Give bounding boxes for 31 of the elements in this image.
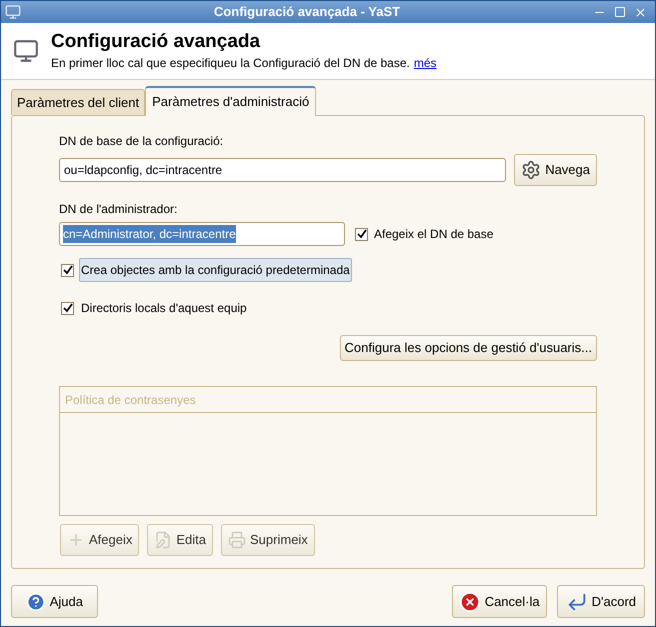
computer-icon — [13, 38, 39, 64]
browse-button[interactable]: Navega — [514, 154, 597, 186]
app-icon — [5, 4, 21, 20]
admin-dn-field[interactable]: cn=Administrator, dc=intracentre — [59, 222, 345, 246]
base-dn-field[interactable]: ou=ldapconfig, dc=intracentre — [59, 158, 506, 182]
checkbox[interactable] — [61, 302, 74, 314]
page-title: Configuració avançada — [51, 30, 262, 54]
plus-icon — [67, 531, 85, 549]
help-icon — [26, 590, 46, 612]
field-label: DN de base de la configuració: — [59, 133, 224, 150]
cancel-icon — [458, 590, 481, 612]
tab[interactable]: Paràmetres d'administració — [145, 86, 316, 116]
user-management-button[interactable]: Configura les opcions de gestió d'usuaris... — [340, 335, 597, 361]
field-label: DN de l'administrador: — [59, 201, 178, 218]
help-button[interactable]: Ajuda — [11, 585, 98, 618]
more-link[interactable]: més — [414, 54, 437, 72]
checkbox-label: Crea objectes amb la configuració predeterminada — [79, 258, 352, 282]
checkbox-label: Directoris locals d'aquest equip — [80, 300, 248, 317]
close-icon[interactable] — [634, 6, 647, 18]
page-description: En primer lloc cal que especifiqueu la Configuració del DN de base. — [51, 54, 410, 72]
field-value: cn=Administrator, dc=intracentre — [63, 225, 236, 243]
checkbox-label: Afegeix el DN de base — [374, 226, 494, 243]
tab[interactable]: Paràmetres del client — [11, 89, 146, 115]
checkbox[interactable] — [355, 228, 368, 240]
cancel-button[interactable]: Cancel·la — [452, 585, 547, 618]
maximize-icon[interactable] — [614, 6, 626, 18]
ok-button[interactable]: D'acord — [556, 585, 645, 618]
window-title: Configuració avançada - YaST — [212, 3, 402, 22]
gears-icon — [521, 160, 542, 180]
document-pen-icon — [154, 531, 172, 549]
checkbox[interactable] — [61, 264, 74, 276]
